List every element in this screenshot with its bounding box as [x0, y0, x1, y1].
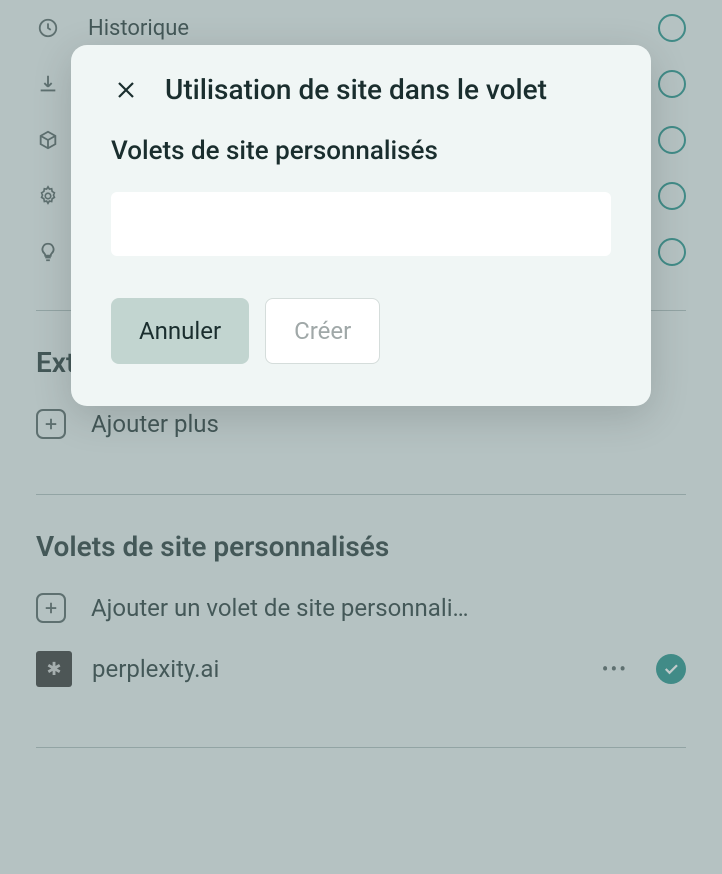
create-button[interactable]: Créer	[265, 298, 380, 364]
dialog-header: Utilisation de site dans le volet	[111, 73, 611, 106]
dialog-title: Utilisation de site dans le volet	[165, 73, 547, 106]
create-custom-panel-dialog: Utilisation de site dans le volet Volets…	[71, 45, 651, 406]
close-icon[interactable]	[111, 75, 141, 105]
dialog-button-row: Annuler Créer	[111, 298, 611, 364]
site-url-input[interactable]	[111, 192, 611, 256]
dialog-overlay: Utilisation de site dans le volet Volets…	[0, 0, 722, 874]
cancel-button[interactable]: Annuler	[111, 298, 249, 364]
dialog-subtitle: Volets de site personnalisés	[111, 136, 611, 166]
